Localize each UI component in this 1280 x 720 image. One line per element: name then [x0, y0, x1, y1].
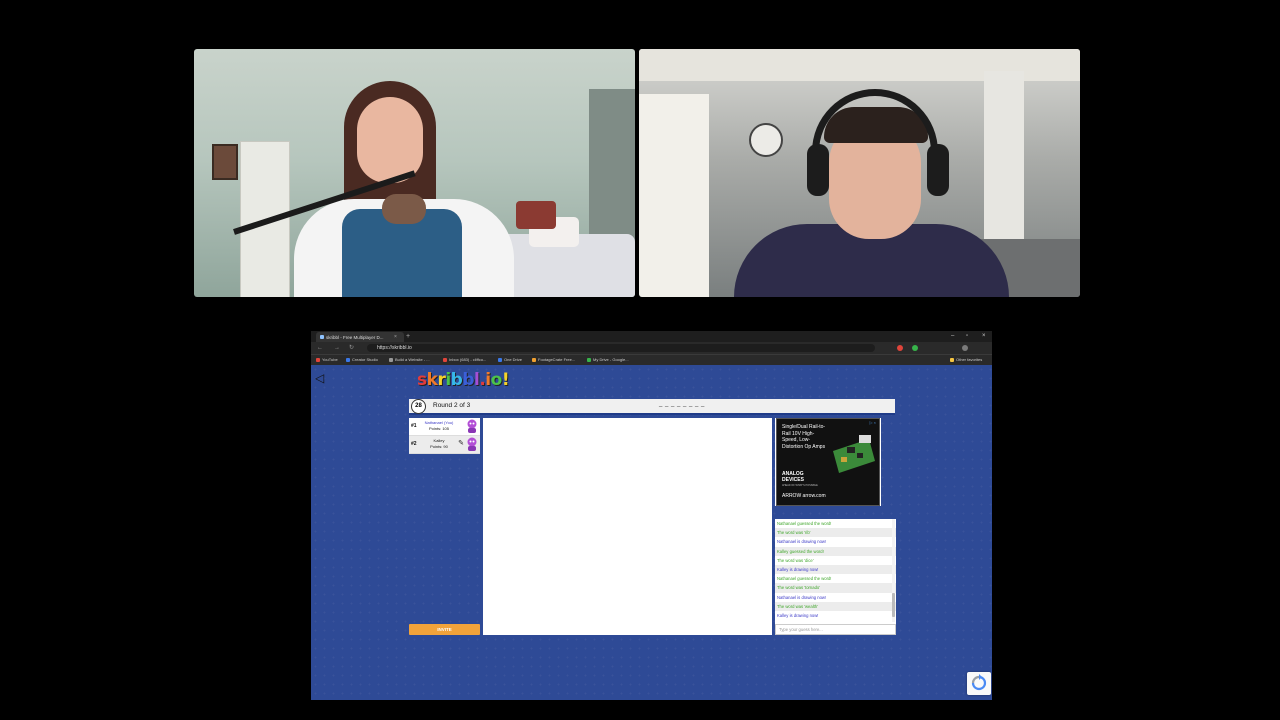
address-bar-row: ← → ↻ https://skribbl.io: [311, 342, 992, 354]
forward-button[interactable]: →: [334, 343, 340, 353]
ad-brand: ANALOG DEVICES: [782, 471, 804, 483]
back-button[interactable]: ←: [317, 343, 323, 353]
player-rank: #2: [411, 441, 417, 447]
ad-url: ARROW arrow.com: [782, 493, 826, 499]
chat-message: The word was 'tornado': [775, 583, 896, 593]
tab-favicon-icon: [320, 335, 324, 339]
bookmark-creator-studio[interactable]: Creator Studio: [346, 357, 378, 362]
youtube-icon: [316, 357, 320, 362]
tab-title: skribbl - Free Multiplayer D...: [326, 334, 384, 340]
extension-icon-green[interactable]: [912, 345, 918, 351]
ad-banner[interactable]: Single/Dual Rail-to-Rail 10V High-Speed,…: [776, 418, 880, 506]
chat-message: Kalley guessed the word!: [775, 546, 896, 556]
game-status-bar: 28 Round 2 of 3 _ _ _ _ _ _ _ _: [409, 399, 895, 415]
headphones-band: [812, 89, 938, 159]
window-curtain: [639, 94, 709, 297]
url-field[interactable]: https://skribbl.io: [367, 344, 875, 352]
adchoices-icon[interactable]: ▷ ×: [869, 420, 876, 425]
browser-tab[interactable]: skribbl - Free Multiplayer D... ×: [316, 332, 404, 342]
skribbl-page: ◁ skribbl.io! 28 Round 2 of 3 _ _ _ _ _ …: [311, 365, 992, 700]
bookmarks-bar: YouTube Creator Studio Build a Website -…: [311, 354, 992, 365]
recaptcha-icon: [971, 674, 987, 691]
exit-game-icon[interactable]: ◁: [315, 371, 329, 385]
wall-picture: [212, 144, 238, 180]
chat-message: Nathanael is drawing now!: [777, 539, 827, 545]
close-window-button[interactable]: ×: [982, 332, 986, 341]
chat-message: Kalley is drawing now!: [775, 564, 896, 575]
chat-message: The word was 'wealth': [775, 601, 896, 611]
bookmark-build-website[interactable]: Build a Website - ...: [389, 357, 430, 362]
player-list: #1 Nathanael (You) Points: 105 #2 Kalley…: [409, 418, 480, 454]
headphones-right-cup: [927, 144, 949, 196]
logo-letter: b: [462, 370, 474, 390]
logo-letter: k: [426, 370, 438, 390]
advertisement[interactable]: Single/Dual Rail-to-Rail 10V High-Speed,…: [775, 418, 881, 506]
player-avatar-icon: [467, 419, 477, 433]
invite-button[interactable]: INVITE: [409, 624, 480, 635]
minimize-button[interactable]: –: [951, 332, 954, 341]
profile-avatar[interactable]: [962, 345, 968, 351]
bookmark-onedrive[interactable]: One Drive: [498, 357, 522, 362]
player-avatar-icon: [467, 437, 477, 451]
bookmark-other-favorites[interactable]: Other favorites: [950, 357, 982, 362]
chat-message: Nathanael is drawing now!: [777, 594, 827, 600]
new-tab-button[interactable]: +: [406, 332, 410, 341]
mail-icon: [443, 357, 447, 362]
chat-message: Kalley is drawing now!: [777, 612, 819, 618]
chat-message: Nathanael guessed the word!: [777, 576, 832, 582]
bookmark-inbox[interactable]: Inbox (683) - cliffco...: [443, 357, 486, 362]
headphones-left-cup: [807, 144, 829, 196]
player-rank: #1: [411, 423, 417, 429]
recaptcha-badge[interactable]: [967, 672, 991, 695]
google-drive-icon: [587, 357, 591, 362]
player-name: Nathanael (You): [424, 420, 454, 425]
onedrive-icon: [498, 357, 502, 362]
logo-letter: !: [501, 370, 510, 390]
logo-letter: s: [417, 370, 427, 390]
browser-window: skribbl - Free Multiplayer D... × + – ▫ …: [311, 331, 992, 700]
logo-letter: b: [450, 370, 463, 390]
creator-studio-icon: [346, 357, 350, 362]
player-name: Kalley: [433, 438, 445, 443]
player-points: Points: 105: [428, 426, 449, 431]
wix-icon: [389, 357, 393, 362]
word-hint: _ _ _ _ _ _ _ _: [659, 401, 705, 407]
chat-guess-input[interactable]: Type your guess here...: [775, 624, 896, 635]
skribbl-logo: skribbl.io!: [417, 370, 510, 390]
player-row[interactable]: #1 Nathanael (You) Points: 105: [409, 418, 480, 436]
pencil-icon: ✎: [458, 440, 464, 447]
round-indicator: Round 2 of 3: [433, 402, 471, 409]
chat-message: Nathanael guessed the word!: [777, 521, 832, 526]
circuit-board-image: [833, 435, 875, 473]
ad-tagline: AHEAD OF WHAT'S POSSIBLE: [782, 484, 818, 487]
footagecrate-icon: [532, 357, 536, 362]
extension-icon-red[interactable]: [897, 345, 903, 351]
player-points: Points: 90: [430, 444, 448, 449]
wall-clock: [749, 123, 783, 157]
player-row[interactable]: #2 Kalley Points: 90 ✎: [409, 436, 480, 454]
bookmark-youtube[interactable]: YouTube: [316, 357, 338, 362]
chat-message: The word was 'dice': [777, 557, 814, 563]
drawing-canvas[interactable]: [483, 418, 772, 635]
reload-button[interactable]: ↻: [349, 343, 354, 353]
maximize-button[interactable]: ▫: [966, 332, 968, 341]
chat-panel: Nathanael guessed the word! The word was…: [775, 519, 896, 635]
microphone: [382, 194, 426, 224]
timer-clock-icon: 28: [411, 399, 426, 414]
chat-message: The word was 'rib': [775, 528, 896, 538]
video-tile-left: [194, 49, 635, 297]
chat-messages: Nathanael guessed the word! The word was…: [775, 519, 896, 620]
bookmark-footagecrate[interactable]: FootageCrate Free...: [532, 357, 575, 362]
wall-shadow: [589, 89, 635, 249]
ad-headline: Single/Dual Rail-to-Rail 10V High-Speed,…: [782, 424, 826, 450]
folder-icon: [950, 357, 954, 362]
tab-close-icon[interactable]: ×: [394, 334, 397, 340]
pillow-red: [516, 201, 556, 229]
chat-scrollbar-thumb[interactable]: [892, 593, 895, 617]
logo-letter: o: [490, 370, 503, 390]
browser-titlebar: skribbl - Free Multiplayer D... × + – ▫ …: [311, 331, 992, 342]
video-tile-right: [639, 49, 1080, 297]
bookmark-my-drive[interactable]: My Drive - Google...: [587, 357, 629, 362]
